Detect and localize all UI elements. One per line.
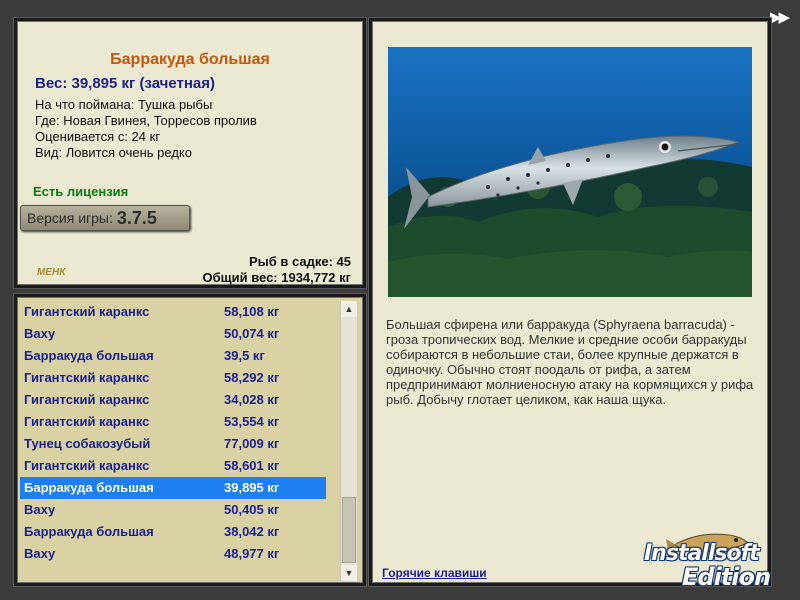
scroll-up-button[interactable]: ▲ bbox=[341, 301, 357, 317]
fish-weight-value: 38,042 кг bbox=[224, 524, 280, 539]
fish-name: Гигантский каранкс bbox=[24, 458, 150, 473]
barracuda-image bbox=[388, 47, 752, 297]
fish-weight-value: 50,405 кг bbox=[224, 502, 280, 517]
fish-name: Гигантский каранкс bbox=[24, 304, 150, 319]
license-status: Есть лицензия bbox=[33, 184, 129, 199]
list-item[interactable]: Ваху 48,977 кг bbox=[20, 543, 326, 565]
rarity: Вид: Ловится очень редко bbox=[35, 145, 192, 160]
list-item[interactable]: Гигантский каранкс 58,601 кг bbox=[20, 455, 326, 477]
fish-info-panel: Барракуда большая Вес: 39,895 кг (зачетн… bbox=[14, 18, 366, 288]
valued-from: Оценивается с: 24 кг bbox=[35, 129, 161, 144]
list-item[interactable]: Барракуда большая 38,042 кг bbox=[20, 521, 326, 543]
total-weight: Общий вес: 1934,772 кг bbox=[202, 270, 351, 285]
fish-weight-value: 48,977 кг bbox=[224, 546, 280, 561]
watermark-line-2: Edition bbox=[682, 563, 771, 591]
caught-with: На что поймана: Тушка рыбы bbox=[35, 97, 213, 112]
fish-detail-panel: Большая сфирена или барракуда (Sphyraena… bbox=[369, 18, 771, 591]
installsoft-watermark: Installsoft Edition bbox=[644, 521, 774, 591]
list-item[interactable]: Гигантский каранкс 58,108 кг bbox=[20, 301, 326, 323]
fish-name: Барракуда большая bbox=[24, 524, 154, 539]
fish-name: Ваху bbox=[24, 502, 56, 517]
list-item[interactable]: Барракуда большая 39,895 кг bbox=[20, 477, 326, 499]
version-badge: Версия игры: 3.7.5 bbox=[20, 205, 190, 231]
fish-weight-value: 58,108 кг bbox=[224, 304, 280, 319]
fish-name: Ваху bbox=[24, 326, 56, 341]
scroll-down-button[interactable]: ▼ bbox=[341, 565, 357, 581]
fish-weight-value: 77,009 кг bbox=[224, 436, 280, 451]
fish-name: Гигантский каранкс bbox=[24, 392, 150, 407]
location: Где: Новая Гвинея, Торресов пролив bbox=[35, 113, 257, 128]
fish-name: Барракуда большая bbox=[24, 348, 154, 363]
list-item[interactable]: Тунец собакозубый 77,009 кг bbox=[20, 433, 326, 455]
fish-name: Гигантский каранкс bbox=[24, 414, 150, 429]
fish-in-cage: Рыб в садке: 45 bbox=[248, 254, 351, 269]
list-item[interactable]: Барракуда большая 39,5 кг bbox=[20, 345, 326, 367]
fish-name: Гигантский каранкс bbox=[24, 370, 150, 385]
list-item[interactable]: Ваху 50,405 кг bbox=[20, 499, 326, 521]
list-item[interactable]: Ваху 50,074 кг bbox=[20, 323, 326, 345]
fish-title: Барракуда большая bbox=[110, 51, 270, 68]
fish-photo bbox=[388, 47, 752, 297]
fish-description: Большая сфирена или барракуда (Sphyraena… bbox=[386, 317, 754, 407]
fish-weight-value: 50,074 кг bbox=[224, 326, 280, 341]
fish-name: Ваху bbox=[24, 546, 56, 561]
version-number: 3.7.5 bbox=[116, 207, 157, 228]
fish-weight-value: 39,895 кг bbox=[224, 480, 280, 495]
cage-stats: Рыб в садке: 45 Общий вес: 1934,772 кг bbox=[202, 254, 351, 286]
fish-weight-value: 58,601 кг bbox=[224, 458, 280, 473]
catch-list: Гигантский каранкс 58,108 кг Ваху 50,074 кг… bbox=[20, 301, 326, 583]
list-item[interactable]: Гигантский каранкс 34,028 кг bbox=[20, 389, 326, 411]
fish-name: Барракуда большая bbox=[24, 480, 154, 495]
hotkeys-link[interactable]: Горячие клавиши bbox=[382, 566, 487, 580]
fish-name: Тунец собакозубый bbox=[24, 436, 151, 451]
list-item[interactable]: Гигантский каранкс 53,554 кг bbox=[20, 411, 326, 433]
fish-weight-value: 53,554 кг bbox=[224, 414, 280, 429]
fish-details: На что поймана: Тушка рыбы Где: Новая Гв… bbox=[35, 97, 257, 161]
fish-weight-value: 39,5 кг bbox=[224, 348, 265, 363]
list-item[interactable]: Гигантский каранкс 58,292 кг bbox=[20, 367, 326, 389]
fast-forward-icon[interactable]: ▶▶ bbox=[770, 10, 792, 25]
fish-weight-value: 34,028 кг bbox=[224, 392, 280, 407]
fish-weight-value: 58,292 кг bbox=[224, 370, 280, 385]
catch-list-panel: Гигантский каранкс 58,108 кг Ваху 50,074 кг… bbox=[14, 294, 366, 586]
version-label: Версия игры: bbox=[27, 210, 113, 226]
scrollbar[interactable]: ▲ ▼ bbox=[340, 301, 357, 581]
logo: МЕНК bbox=[37, 267, 66, 278]
fish-weight: Вес: 39,895 кг (зачетная) bbox=[35, 75, 216, 92]
scrollbar-thumb[interactable] bbox=[342, 497, 356, 563]
